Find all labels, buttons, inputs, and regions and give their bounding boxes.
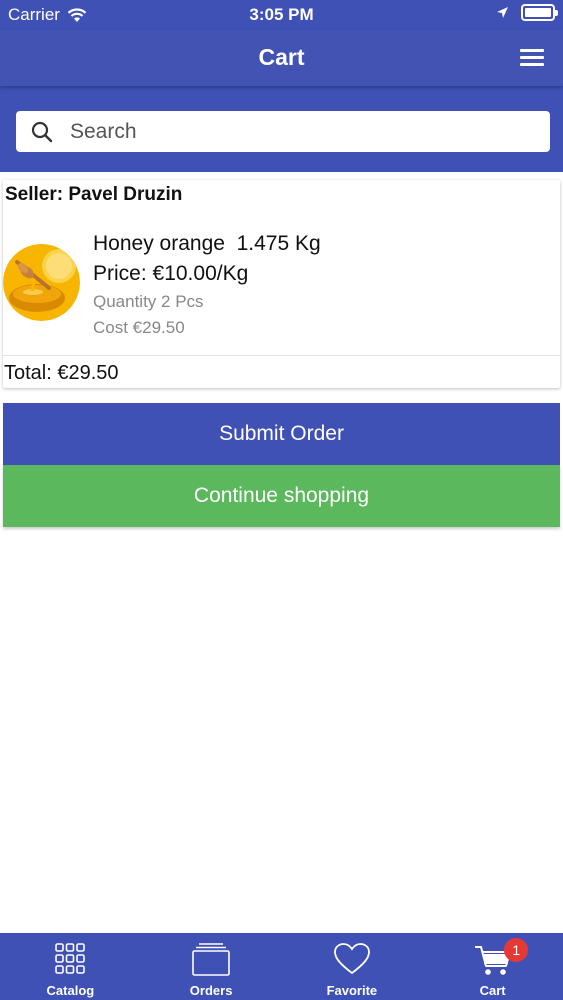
tab-label-favorite: Favorite: [326, 983, 378, 998]
cart-seller-card: Seller: Pavel Druzin Honey orange 1.475 …: [3, 180, 560, 388]
orders-icon: [192, 943, 230, 976]
heart-icon: [333, 943, 370, 975]
product-quantity: Quantity 2 Pcs: [93, 292, 204, 311]
tab-favorite[interactable]: Favorite: [282, 933, 423, 1000]
grid-icon: [55, 943, 86, 974]
submit-order-button[interactable]: Submit Order: [3, 403, 560, 465]
menu-button[interactable]: [517, 46, 547, 68]
hamburger-line: [520, 49, 544, 52]
tab-cart[interactable]: 1 Cart: [422, 933, 563, 1000]
tab-catalog[interactable]: Catalog: [0, 933, 141, 1000]
tab-label-orders: Orders: [189, 983, 233, 998]
continue-shopping-button[interactable]: Continue shopping: [3, 465, 560, 527]
product-price: Price: €10.00/Kg: [93, 262, 249, 285]
page-title: Cart: [258, 44, 305, 70]
tab-orders[interactable]: Orders: [141, 933, 282, 1000]
divider: [3, 355, 560, 356]
navigation-bar: Cart: [0, 30, 563, 86]
product-name: Honey orange 1.475 Kg: [93, 232, 321, 255]
product-cost: Cost €29.50: [93, 318, 185, 337]
honey-jar-image: [3, 244, 80, 321]
product-image[interactable]: [3, 244, 80, 321]
search-icon: [31, 121, 53, 143]
search-box[interactable]: [16, 111, 550, 152]
tab-label-cart: Cart: [479, 983, 506, 998]
status-right: [496, 4, 558, 21]
battery-icon: [521, 4, 558, 21]
cart-badge: 1: [504, 938, 529, 962]
app-header: Carrier 3:05 PM Cart: [0, 0, 563, 172]
location-arrow-icon: [497, 7, 508, 18]
tab-label-catalog: Catalog: [46, 983, 95, 998]
hamburger-line: [520, 63, 544, 66]
order-total: Total: €29.50: [4, 362, 119, 384]
status-bar: Carrier 3:05 PM: [0, 0, 563, 30]
bottom-tab-bar: Catalog Orders Favorite 1 Cart: [0, 933, 563, 1000]
hamburger-line: [520, 56, 544, 59]
status-time: 3:05 PM: [249, 5, 314, 24]
search-input[interactable]: [70, 111, 540, 152]
seller-label: Seller: Pavel Druzin: [5, 184, 183, 205]
